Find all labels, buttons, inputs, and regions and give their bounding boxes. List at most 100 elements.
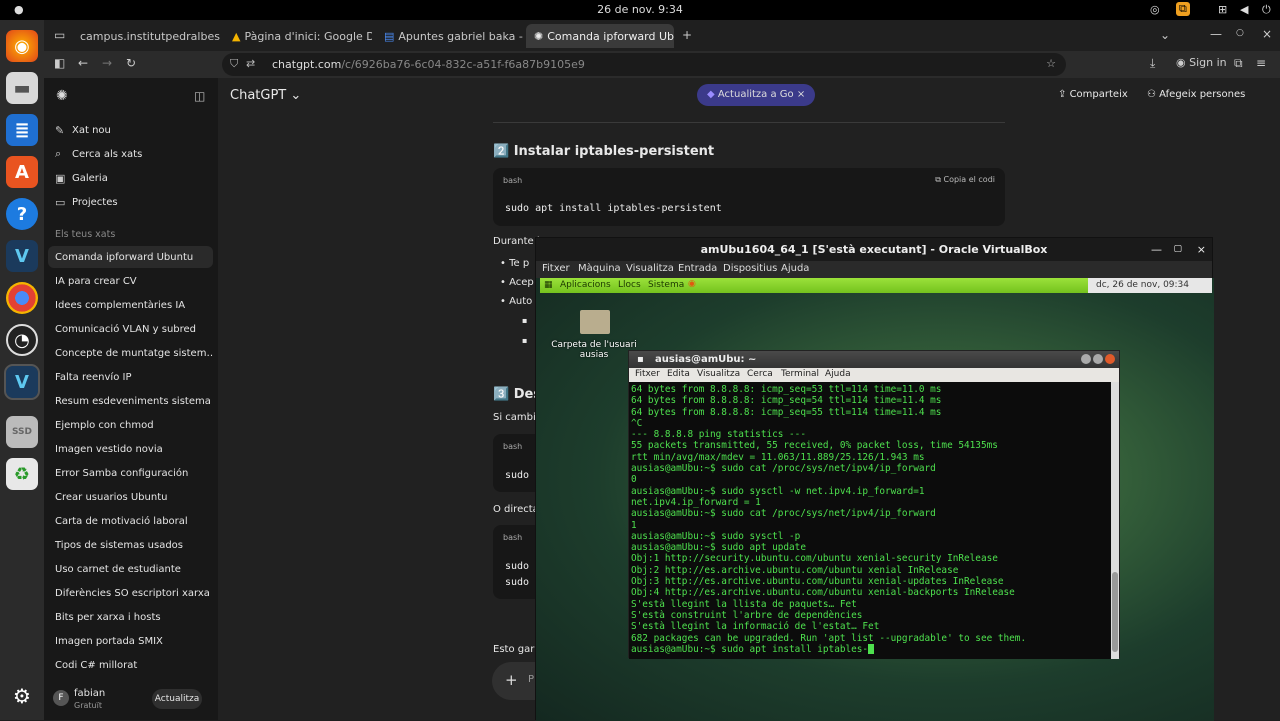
chrome-icon[interactable] (6, 282, 38, 314)
files-icon[interactable]: ▬ (6, 72, 38, 104)
tab-chatgpt[interactable]: ✺Comanda ipforward Ubuntu× (526, 24, 674, 48)
tab-docs[interactable]: ▤Apuntes gabriel baka - Doc× (376, 24, 524, 48)
maximize-icon[interactable] (1093, 354, 1103, 364)
sign-in-button[interactable]: ◉ Sign in (1176, 56, 1227, 69)
chat-list-item[interactable]: Imagen vestido novia (48, 438, 213, 460)
vbox-title-bar[interactable]: amUbu1604_64_1 [S'està executant] - Orac… (536, 238, 1212, 261)
tab-overflow-chevron-down-icon[interactable]: ⌄ (1160, 28, 1170, 42)
menu-item[interactable]: Dispositius (723, 263, 777, 274)
virtualbox-running-icon[interactable]: V (4, 364, 40, 400)
home-folder-icon[interactable] (580, 310, 610, 334)
add-people-button[interactable]: ⚇ Afegeix persones (1147, 89, 1245, 100)
chat-list-item[interactable]: Resum esdeveniments sistema (48, 390, 213, 412)
writer-icon[interactable]: ≣ (6, 114, 38, 146)
sidebar-item-new-chat[interactable]: ✎ Xat nou (48, 119, 213, 141)
terminal-title-bar[interactable]: ▪ ausias@amUbu: ~ (629, 351, 1119, 368)
close-icon[interactable]: × (1197, 238, 1206, 261)
software-center-icon[interactable]: A (6, 156, 38, 188)
chat-list-item[interactable]: Crear usuarios Ubuntu (48, 486, 213, 508)
guest-clock[interactable]: dc, 26 de nov, 09:34 (1096, 280, 1189, 290)
menu-item[interactable]: Ajuda (781, 263, 809, 274)
upgrade-button[interactable]: Actualitza (152, 689, 202, 709)
menu-item[interactable]: Visualitza (697, 369, 740, 379)
menu-item[interactable]: Visualitza (626, 263, 674, 274)
virtualbox-window[interactable]: amUbu1604_64_1 [S'està executant] - Orac… (535, 237, 1214, 721)
volume-icon[interactable]: ◀ (1240, 3, 1248, 16)
chat-list-item[interactable]: Tipos de sistemas usados (48, 534, 213, 556)
chat-list-item[interactable]: Bits per xarxa i hosts (48, 606, 213, 628)
sidebar-item-projects[interactable]: ▭ Projectes (48, 191, 213, 213)
menu-item[interactable]: Fitxer (542, 263, 570, 274)
status-icon[interactable]: ◎ (1150, 3, 1160, 16)
guest-menu-places[interactable]: Llocs (618, 280, 641, 290)
power-icon[interactable]: ⏻ (1262, 3, 1271, 17)
chat-list-item[interactable]: Imagen portada SMIX (48, 630, 213, 652)
share-button[interactable]: ⇪ Comparteix (1058, 89, 1128, 100)
sidebar-toggle-icon[interactable]: ◧ (54, 56, 65, 70)
chat-list-item[interactable]: Idees complementàries IA (48, 294, 213, 316)
close-icon[interactable]: × (797, 89, 805, 100)
chat-list-item[interactable]: Error Samba configuración (48, 462, 213, 484)
minimize-icon[interactable]: — (1151, 238, 1162, 261)
screen-record-icon[interactable]: ⧉ (1176, 2, 1190, 16)
firefox-icon[interactable]: ◉ (688, 279, 696, 289)
extensions-icon[interactable]: ⧉ (1234, 56, 1243, 71)
menu-item[interactable]: Fitxer (635, 369, 660, 379)
site-info-icon[interactable]: ⇄ (246, 57, 255, 70)
menu-item[interactable]: Terminal (781, 369, 819, 379)
chat-list-item[interactable]: Codi C# millorat (48, 654, 213, 676)
downloads-icon[interactable]: ⤓ (1150, 56, 1155, 71)
chat-list-item[interactable]: Carta de motivació laboral (48, 510, 213, 532)
chat-list-item[interactable]: Falta reenvío IP (48, 366, 213, 388)
system-clock[interactable]: 26 de nov. 9:34 (0, 3, 1280, 16)
sidebar-item-search[interactable]: ⌕ Cerca als xats (48, 143, 213, 165)
tab-list-icon[interactable]: ▭ (54, 28, 65, 42)
chat-list-item[interactable]: IA para crear CV (48, 270, 213, 292)
chat-list-item[interactable]: Concepte de muntatge sistem… (48, 342, 213, 364)
new-tab-icon[interactable]: + (682, 28, 692, 42)
shield-icon[interactable]: ⛉ (230, 57, 238, 71)
back-icon[interactable]: ← (78, 56, 88, 70)
chat-list-item[interactable]: Comanda ipforward Ubuntu (48, 246, 213, 268)
trash-icon[interactable]: ♻ (6, 458, 38, 490)
chat-list-item[interactable]: Ejemplo con chmod (48, 414, 213, 436)
tab-campus[interactable]: campus.institutpedralbes.cat× (72, 24, 220, 48)
guest-desktop[interactable]: ▦ Aplicacions Llocs Sistema ◉ dc, 26 de … (536, 278, 1214, 721)
menu-item[interactable]: Cerca (747, 369, 773, 379)
maximize-icon[interactable]: ▢ (1173, 238, 1182, 261)
chat-list-item[interactable]: Comunicació VLAN y subred (48, 318, 213, 340)
reload-icon[interactable]: ↻ (126, 56, 136, 70)
bookmark-star-icon[interactable]: ☆ (1046, 57, 1056, 70)
chatgpt-logo-icon[interactable]: ✺ (56, 88, 68, 104)
terminal-scrollbar[interactable] (1111, 382, 1119, 659)
chat-list-item[interactable]: Uso carnet de estudiante (48, 558, 213, 580)
obs-icon[interactable]: ◔ (6, 324, 38, 356)
menu-item[interactable]: Edita (667, 369, 690, 379)
menu-icon[interactable]: ≡ (1256, 56, 1266, 70)
guest-menu-apps[interactable]: Aplicacions (560, 280, 611, 290)
close-window-icon[interactable]: × (1262, 27, 1272, 41)
guest-menu-system[interactable]: Sistema (648, 280, 684, 290)
network-icon[interactable]: ⊞ (1218, 3, 1227, 16)
apps-menu-icon[interactable]: ▦ (544, 280, 553, 290)
avatar[interactable]: F (53, 690, 69, 706)
forward-icon[interactable]: → (102, 56, 112, 70)
menu-item[interactable]: Ajuda (825, 369, 851, 379)
copy-code-button[interactable]: ⧉ Copia el codi (935, 175, 995, 185)
plus-icon[interactable]: + (505, 671, 518, 689)
close-sidebar-icon[interactable]: ◫ (194, 89, 205, 103)
scrollbar-thumb[interactable] (1112, 572, 1118, 652)
minimize-icon[interactable] (1081, 354, 1091, 364)
upgrade-go-pill[interactable]: ◆ Actualitza a Go × (697, 84, 816, 106)
maximize-icon[interactable]: ○ (1236, 28, 1244, 38)
close-icon[interactable] (1105, 354, 1115, 364)
virtualbox-icon[interactable]: V (6, 240, 38, 272)
menu-item[interactable]: Entrada (678, 263, 717, 274)
minimize-icon[interactable]: — (1210, 27, 1222, 41)
terminal-window[interactable]: ▪ ausias@amUbu: ~ Fitxer Edita Visualitz… (628, 350, 1120, 659)
sidebar-item-gallery[interactable]: ▣ Galeria (48, 167, 213, 189)
tab-google-drive[interactable]: ▲Pàgina d'inici: Google Drive× (224, 24, 372, 48)
model-selector[interactable]: ChatGPT ⌄ (230, 88, 301, 103)
help-icon[interactable]: ? (6, 198, 38, 230)
address-bar[interactable]: ⛉ ⇄ chatgpt.com/c/6926ba76-6c04-832c-a51… (222, 53, 1066, 76)
